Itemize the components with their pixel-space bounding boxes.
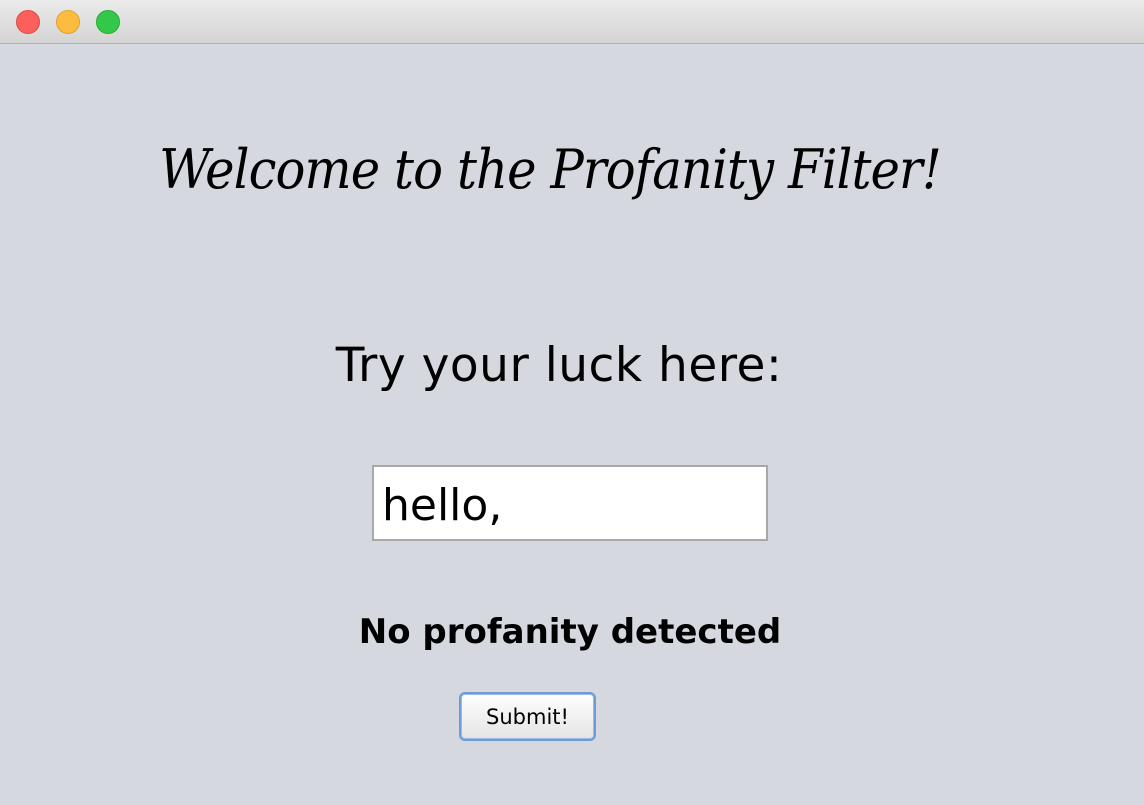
prompt-label: Try your luck here: bbox=[335, 338, 783, 393]
minimize-window-button[interactable] bbox=[56, 10, 80, 34]
phrase-input[interactable] bbox=[372, 465, 768, 541]
title-bar[interactable] bbox=[0, 0, 1144, 44]
close-window-button[interactable] bbox=[16, 10, 40, 34]
result-status: No profanity detected bbox=[358, 612, 782, 652]
welcome-heading: Welcome to the Profanity Filter! bbox=[159, 138, 942, 201]
app-window: Welcome to the Profanity Filter! Try you… bbox=[0, 0, 1144, 805]
maximize-window-button[interactable] bbox=[96, 10, 120, 34]
submit-button[interactable]: Submit! bbox=[459, 692, 596, 741]
